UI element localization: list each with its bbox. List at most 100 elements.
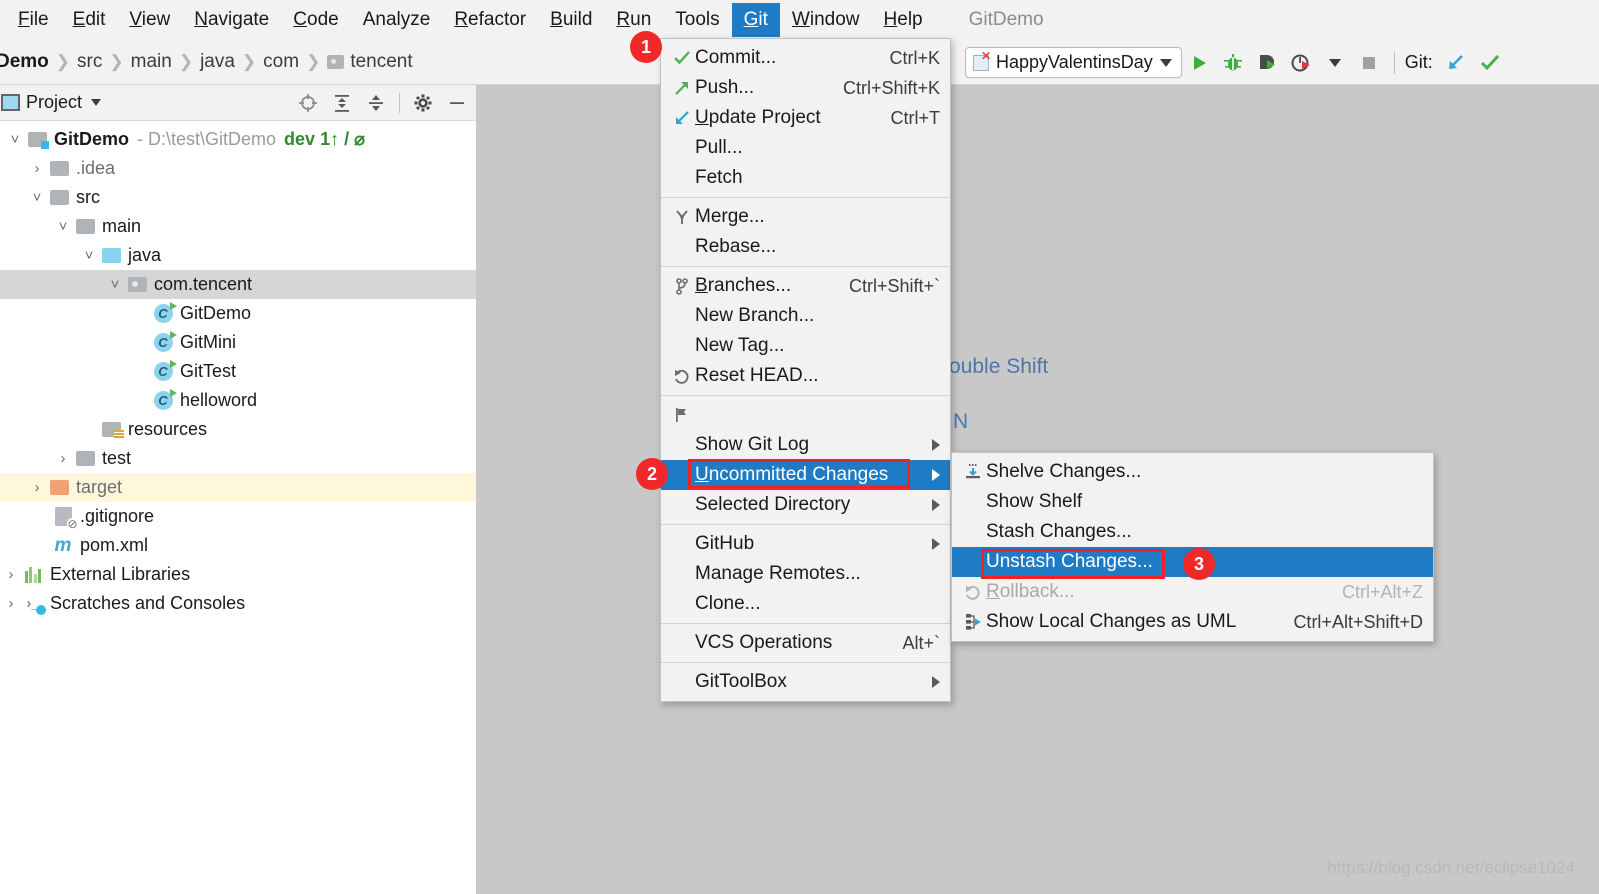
tree-row-gitignore[interactable]: .gitignore	[0, 502, 476, 531]
push-arrow-icon	[669, 79, 695, 97]
menu-item-vcs-operations[interactable]: VCS Operations Alt+`	[661, 628, 950, 658]
chevron-collapsed-icon[interactable]: ›	[52, 450, 74, 467]
java-class-icon: C	[152, 391, 174, 410]
run-config-icon	[973, 55, 989, 71]
tree-row-java[interactable]: ˅ java	[0, 241, 476, 270]
menu-item-github[interactable]: GitHub	[661, 529, 950, 559]
menu-item-pull[interactable]: Pull...	[661, 133, 950, 163]
tree-row-main[interactable]: ˅ main	[0, 212, 476, 241]
module-folder-icon	[26, 132, 48, 147]
breadcrumb-item-src[interactable]: src	[77, 51, 102, 73]
menu-item-label: Pull...	[695, 137, 940, 159]
debug-button[interactable]	[1216, 46, 1250, 80]
scratches-icon: ›_	[22, 595, 44, 612]
menu-item-merge[interactable]: Merge...	[661, 202, 950, 232]
tree-row-gitdemo-root[interactable]: ˅ GitDemo - D:\test\GitDemo dev 1↑ / ⌀	[0, 125, 476, 154]
breadcrumb-item-java[interactable]: java	[200, 51, 235, 73]
tree-row-gitdemo-class[interactable]: C GitDemo	[0, 299, 476, 328]
menubar-item-refactor[interactable]: Refactor	[442, 3, 538, 37]
tree-label: .idea	[76, 158, 115, 179]
breadcrumb-separator-icon: ❯	[109, 52, 123, 72]
submenu-item-shelve-changes[interactable]: Shelve Changes...	[952, 457, 1433, 487]
menu-item-update-project[interactable]: Update Project Ctrl+T	[661, 103, 950, 133]
tree-row-src[interactable]: ˅ src	[0, 183, 476, 212]
menubar-item-edit[interactable]: Edit	[61, 3, 118, 37]
menu-item-branches[interactable]: Branches... Ctrl+Shift+`	[661, 271, 950, 301]
chevron-down-icon[interactable]	[91, 99, 101, 106]
breadcrumb-item-tencent[interactable]: tencent	[327, 51, 412, 73]
breadcrumb-item-com[interactable]: com	[263, 51, 299, 73]
menubar-item-git[interactable]: Git	[732, 3, 780, 37]
breadcrumb-item-main[interactable]: main	[131, 51, 172, 73]
update-project-button[interactable]	[1439, 46, 1473, 80]
chevron-expanded-icon[interactable]: ˅	[78, 247, 100, 264]
menu-item-selected-directory[interactable]: Selected Directory	[661, 490, 950, 520]
menu-item-clone[interactable]: Clone...	[661, 589, 950, 619]
chevron-collapsed-icon[interactable]: ›	[0, 566, 22, 583]
locate-icon[interactable]	[297, 92, 319, 114]
submenu-item-stash-changes[interactable]: Stash Changes...	[952, 517, 1433, 547]
window-title: GitDemo	[969, 9, 1044, 31]
chevron-collapsed-icon[interactable]: ›	[26, 479, 48, 496]
tree-row-gittest-class[interactable]: C GitTest	[0, 357, 476, 386]
run-configuration-selector[interactable]: HappyValentinsDay	[965, 47, 1182, 78]
submenu-item-show-shelf[interactable]: Show Shelf	[952, 487, 1433, 517]
collapse-all-icon[interactable]	[365, 92, 387, 114]
menu-item-rebase[interactable]: Rebase...	[661, 232, 950, 262]
tree-row-resources[interactable]: resources	[0, 415, 476, 444]
menubar-item-analyze[interactable]: Analyze	[351, 3, 443, 37]
menu-item-gittoolbox[interactable]: GitToolBox	[661, 667, 950, 697]
profiler-button[interactable]	[1284, 46, 1318, 80]
tree-row-com-tencent[interactable]: ˅ com.tencent	[0, 270, 476, 299]
menu-item-fetch[interactable]: Fetch	[661, 163, 950, 193]
tree-row-external-libraries[interactable]: › External Libraries	[0, 560, 476, 589]
expand-all-icon[interactable]	[331, 92, 353, 114]
menubar-item-view[interactable]: View	[117, 3, 182, 37]
menu-item-uncommitted-changes[interactable]: Uncommitted Changes	[661, 460, 950, 490]
menubar-item-help[interactable]: Help	[872, 3, 935, 37]
menubar-item-run[interactable]: Run	[604, 3, 663, 37]
menu-item-label: Reset HEAD...	[695, 365, 940, 387]
menu-item-new-branch[interactable]: New Branch...	[661, 301, 950, 331]
chevron-expanded-icon[interactable]: ˅	[4, 131, 26, 148]
chevron-expanded-icon[interactable]: ˅	[104, 276, 126, 293]
submenu-item-show-local-changes-as-uml[interactable]: Show Local Changes as UML Ctrl+Alt+Shift…	[952, 607, 1433, 637]
menubar-item-build[interactable]: Build	[538, 3, 604, 37]
menubar-item-tools[interactable]: Tools	[663, 3, 731, 37]
menu-item-commit[interactable]: Commit... Ctrl+K	[661, 43, 950, 73]
menu-item-patch[interactable]: Show Git Log	[661, 430, 950, 460]
stop-button[interactable]	[1352, 46, 1386, 80]
menu-item-show-git-log[interactable]	[661, 400, 950, 430]
menu-item-reset-head[interactable]: Reset HEAD...	[661, 361, 950, 391]
tree-row-pom-xml[interactable]: m pom.xml	[0, 531, 476, 560]
chevron-expanded-icon[interactable]: ˅	[26, 189, 48, 206]
commit-check-icon	[669, 49, 695, 67]
tree-row-gitmini-class[interactable]: C GitMini	[0, 328, 476, 357]
menubar-item-file[interactable]: File	[6, 3, 61, 37]
tree-row-scratches-and-consoles[interactable]: › ›_ Scratches and Consoles	[0, 589, 476, 618]
breadcrumb-label: tencent	[350, 51, 412, 73]
menu-item-manage-remotes[interactable]: Manage Remotes...	[661, 559, 950, 589]
tree-row-helloword-class[interactable]: C helloword	[0, 386, 476, 415]
profiler-dropdown[interactable]	[1318, 46, 1352, 80]
tree-row-target[interactable]: › target	[0, 473, 476, 502]
menu-item-push[interactable]: Push... Ctrl+Shift+K	[661, 73, 950, 103]
settings-gear-icon[interactable]	[412, 92, 434, 114]
breadcrumb-item-project[interactable]: Demo	[0, 51, 49, 73]
run-with-coverage-button[interactable]	[1250, 46, 1284, 80]
hide-icon[interactable]	[446, 92, 468, 114]
chevron-collapsed-icon[interactable]: ›	[26, 160, 48, 177]
menubar-item-window[interactable]: Window	[780, 3, 872, 37]
run-button[interactable]	[1182, 46, 1216, 80]
menu-item-new-tag[interactable]: New Tag...	[661, 331, 950, 361]
menubar-item-code[interactable]: Code	[281, 3, 350, 37]
chevron-expanded-icon[interactable]: ˅	[52, 218, 74, 235]
merge-icon	[669, 208, 695, 226]
commit-button[interactable]	[1473, 46, 1507, 80]
menubar-item-navigate[interactable]: Navigate	[182, 3, 281, 37]
project-tool-window: Project	[0, 85, 477, 894]
tree-row-test[interactable]: › test	[0, 444, 476, 473]
tree-row-idea[interactable]: › .idea	[0, 154, 476, 183]
menu-item-label: Rebase...	[695, 236, 940, 258]
chevron-collapsed-icon[interactable]: ›	[0, 595, 22, 612]
